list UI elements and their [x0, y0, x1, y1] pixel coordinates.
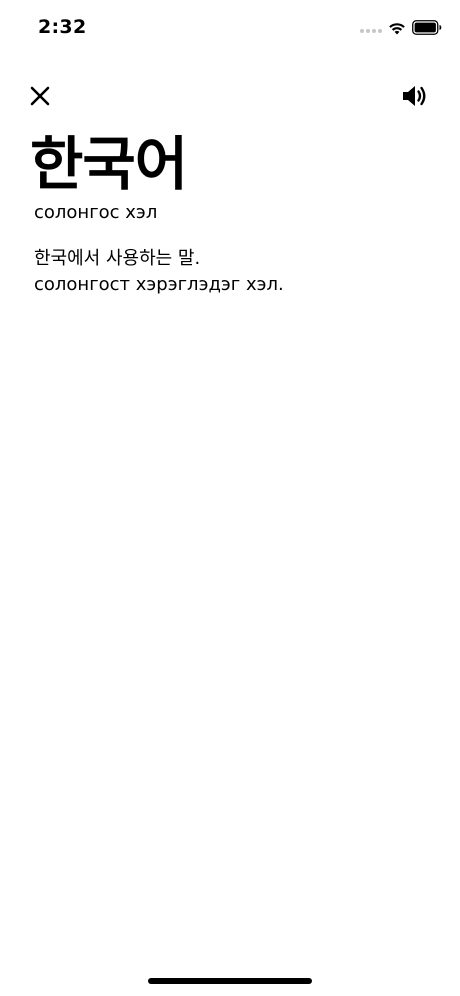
status-bar: 2:32: [0, 0, 460, 56]
headword: 한국어: [30, 130, 188, 198]
speaker-button[interactable]: [400, 82, 430, 110]
battery-icon: [412, 20, 442, 35]
home-indicator[interactable]: [148, 978, 312, 984]
close-button[interactable]: [26, 82, 54, 110]
signal-dots-icon: [360, 29, 382, 35]
wifi-icon: [388, 20, 406, 35]
speaker-icon: [403, 86, 426, 106]
headword-translation: солонгос хэл: [34, 202, 158, 223]
status-time: 2:32: [38, 16, 87, 38]
definition-korean: 한국에서 사용하는 말.: [34, 248, 201, 269]
definition-mongolian: солонгост хэрэглэдэг хэл.: [34, 274, 284, 295]
definition: 한국에서 사용하는 말. солонгост хэрэглэдэг хэл.: [34, 246, 434, 298]
close-icon: [30, 86, 50, 106]
